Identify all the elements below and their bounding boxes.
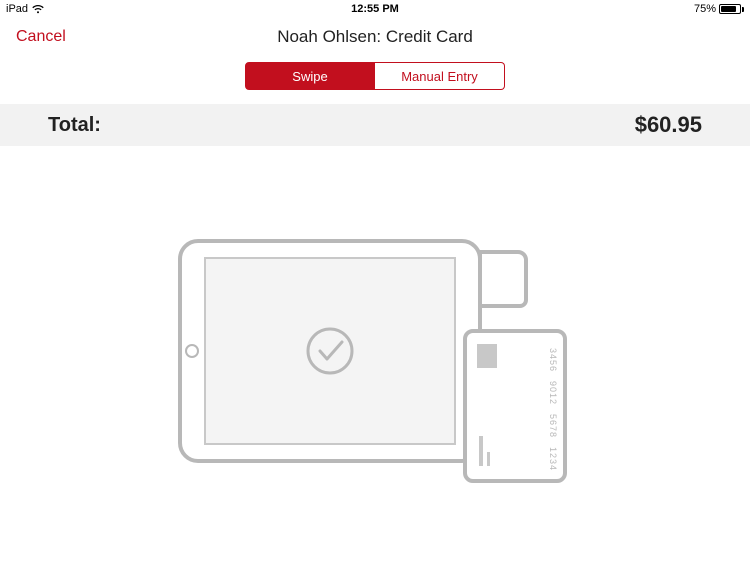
tab-manual-entry[interactable]: Manual Entry [375,62,505,90]
swipe-illustration: 3456 9012 5678 1234 [0,236,750,496]
cancel-button[interactable]: Cancel [16,28,66,46]
total-bar: Total: $60.95 [0,104,750,146]
total-label: Total: [48,114,101,137]
svg-text:1234: 1234 [548,447,558,471]
battery-icon [719,4,744,14]
svg-text:3456: 3456 [548,348,558,372]
wifi-icon [32,5,44,14]
battery-percent: 75% [694,3,716,15]
status-right: 75% [694,3,744,15]
card-reader-illustration: 3456 9012 5678 1234 [175,236,575,496]
svg-text:5678: 5678 [548,414,558,438]
tab-swipe[interactable]: Swipe [245,62,375,90]
status-left: iPad [6,3,44,15]
nav-bar: Cancel Noah Ohlsen: Credit Card [0,18,750,56]
total-amount: $60.95 [635,112,702,138]
device-label: iPad [6,3,28,15]
page-title: Noah Ohlsen: Credit Card [0,27,750,47]
segmented-control: Swipe Manual Entry [0,62,750,90]
status-time: 12:55 PM [0,3,750,15]
svg-text:9012: 9012 [548,381,558,405]
status-bar: iPad 12:55 PM 75% [0,0,750,18]
